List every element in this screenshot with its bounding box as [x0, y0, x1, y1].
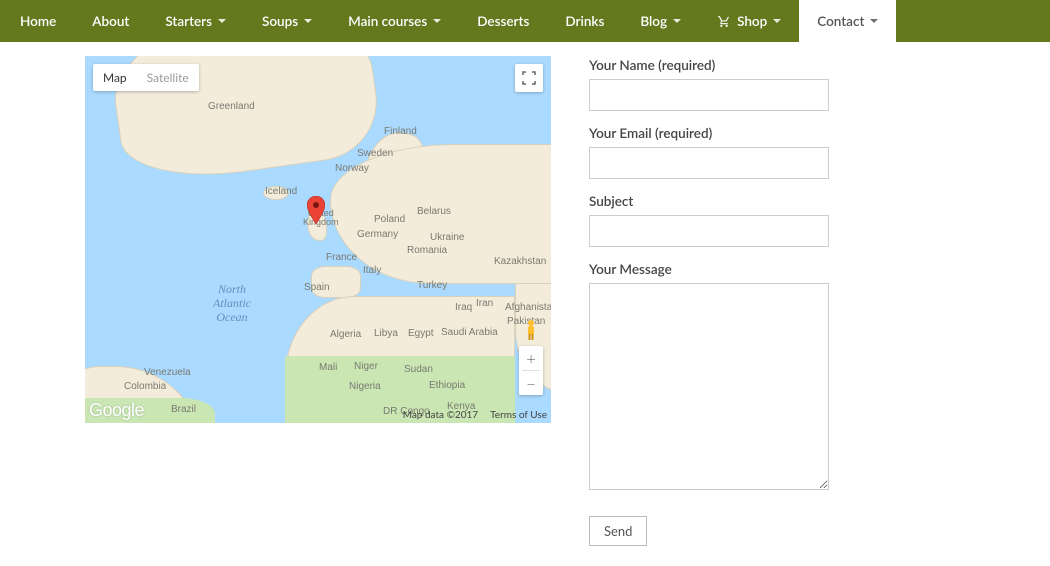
nav-soups[interactable]: Soups [244, 0, 330, 42]
nav-label: Blog [640, 13, 667, 29]
map-label: Kazakhstan [494, 256, 546, 267]
chevron-down-icon [673, 19, 681, 23]
chevron-down-icon [433, 19, 441, 23]
nav-about[interactable]: About [74, 0, 147, 42]
map-label: Spain [304, 282, 330, 293]
main-navbar: Home About Starters Soups Main courses D… [0, 0, 1050, 42]
pegman-icon[interactable] [519, 318, 543, 342]
google-logo: Google [89, 400, 144, 421]
map-label: Iran [476, 298, 493, 309]
map-label: Afghanistan [505, 302, 551, 313]
nav-contact[interactable]: Contact [799, 0, 896, 42]
map-label: Turkey [417, 280, 447, 291]
map-fullscreen-button[interactable] [515, 64, 543, 92]
map-type-satellite-button[interactable]: Satellite [137, 64, 199, 91]
map-label: Niger [354, 361, 378, 372]
map-label: Finland [384, 126, 417, 137]
map-label: Sudan [404, 364, 433, 375]
message-field[interactable] [589, 283, 829, 490]
map-label: Mali [319, 362, 337, 373]
map-label: Ukraine [430, 232, 464, 243]
map-label: Nigeria [349, 381, 381, 392]
map-type-map-button[interactable]: Map [93, 64, 137, 91]
map-attribution: Map data ©2017 [403, 409, 478, 421]
cart-icon [717, 15, 731, 28]
map-label: Colombia [124, 381, 166, 392]
map-marker-icon[interactable] [307, 196, 325, 224]
map-label: Germany [357, 229, 398, 240]
map-label: Greenland [208, 101, 255, 112]
nav-label: Desserts [477, 13, 529, 29]
subject-label: Subject [589, 193, 849, 209]
map-label: Egypt [408, 328, 434, 339]
map-label: Romania [407, 245, 447, 256]
message-label: Your Message [589, 261, 849, 277]
nav-shop[interactable]: Shop [699, 0, 799, 42]
chevron-down-icon [870, 19, 878, 23]
nav-starters[interactable]: Starters [147, 0, 244, 42]
nav-main-courses[interactable]: Main courses [330, 0, 459, 42]
map-label: France [326, 252, 357, 263]
map-label: Poland [374, 214, 405, 225]
nav-label: Soups [262, 13, 298, 29]
zoom-out-button[interactable]: − [519, 371, 543, 395]
contact-form: Your Name (required) Your Email (require… [589, 56, 849, 546]
map-label: Belarus [417, 206, 451, 217]
map-label: Ethiopia [429, 380, 465, 391]
map-terms-link[interactable]: Terms of Use [490, 409, 547, 421]
nav-label: Main courses [348, 13, 427, 29]
map-label: Sweden [357, 148, 393, 159]
nav-label: Drinks [565, 13, 604, 29]
email-label: Your Email (required) [589, 125, 849, 141]
nav-label: Starters [165, 13, 212, 29]
map-label: Algeria [330, 329, 361, 340]
chevron-down-icon [218, 19, 226, 23]
email-field[interactable] [589, 147, 829, 179]
chevron-down-icon [304, 19, 312, 23]
nav-desserts[interactable]: Desserts [459, 0, 547, 42]
map-label: Brazil [171, 404, 196, 415]
map-label: Libya [374, 328, 398, 339]
chevron-down-icon [773, 19, 781, 23]
nav-home[interactable]: Home [2, 0, 74, 42]
map-footer: Map data ©2017 Terms of Use [399, 407, 551, 423]
nav-drinks[interactable]: Drinks [547, 0, 622, 42]
map-widget[interactable]: NorthAtlanticOcean Greenland Iceland Nor… [85, 56, 551, 423]
map-zoom-controls: + − [519, 318, 543, 395]
subject-field[interactable] [589, 215, 829, 247]
nav-label: Contact [817, 13, 864, 29]
map-label: Norway [335, 163, 369, 174]
map-label: Iraq [455, 302, 472, 313]
nav-label: About [92, 13, 129, 29]
zoom-in-button[interactable]: + [519, 346, 543, 370]
map-label: Venezuela [144, 367, 191, 378]
map-label: Italy [363, 265, 381, 276]
name-field[interactable] [589, 79, 829, 111]
name-label: Your Name (required) [589, 57, 849, 73]
nav-blog[interactable]: Blog [622, 0, 699, 42]
ocean-label: NorthAtlanticOcean [213, 282, 251, 324]
map-type-controls: Map Satellite [93, 64, 199, 91]
nav-label: Home [20, 13, 56, 29]
map-label: Saudi Arabia [441, 327, 498, 338]
map-label: Iceland [265, 186, 297, 197]
nav-label: Shop [737, 13, 767, 29]
